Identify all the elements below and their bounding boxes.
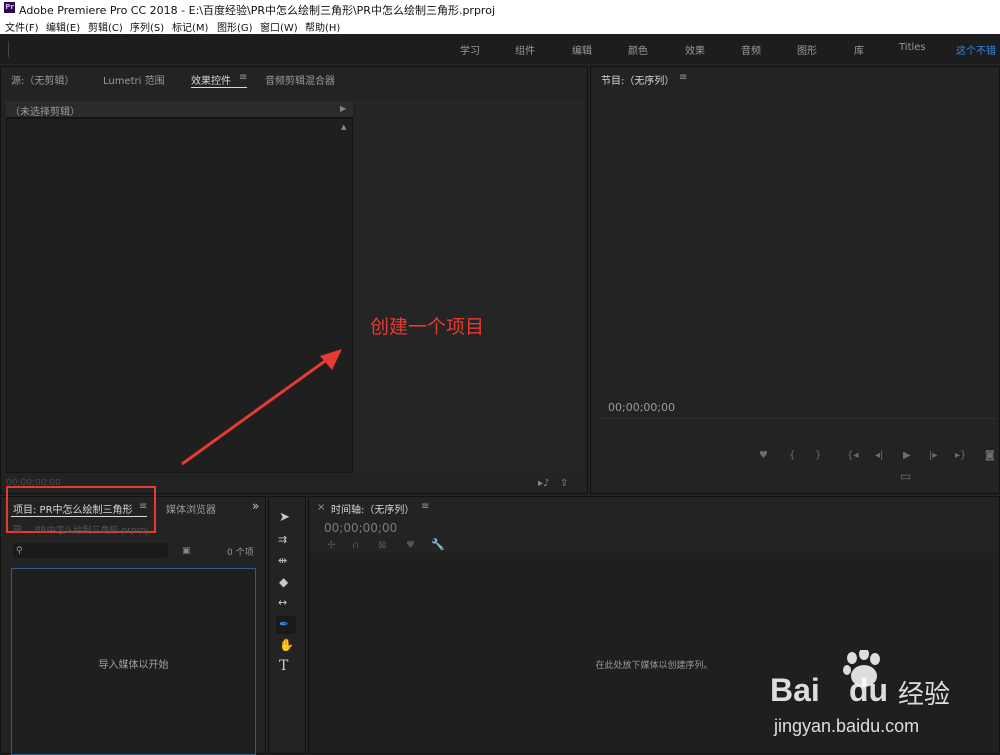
- active-tab-underline: [191, 87, 247, 88]
- grip-divider: [8, 41, 9, 57]
- menu-file[interactable]: 文件(F): [5, 19, 39, 34]
- hand-tool-icon[interactable]: ✋: [279, 639, 294, 651]
- workspace-color[interactable]: 颜色: [628, 42, 648, 57]
- camera-icon[interactable]: ◙: [985, 451, 995, 461]
- pen-tool-icon[interactable]: ✒: [279, 618, 289, 630]
- type-tool-icon[interactable]: T: [279, 659, 288, 673]
- mark-in-icon[interactable]: {: [789, 451, 795, 461]
- workspace-graphics[interactable]: 图形: [797, 42, 817, 57]
- workspace-bar: 学习 组件 编辑 颜色 效果 音频 图形 库 Titles 这个不错: [0, 34, 1000, 64]
- program-menu-icon[interactable]: ≡: [679, 72, 687, 83]
- annotation-arrow: [181, 349, 342, 466]
- baidu-watermark: Bai du 经验 jingyan.baidu.com: [770, 650, 1000, 754]
- panel-overflow-icon[interactable]: »: [252, 499, 259, 513]
- workspace-effects[interactable]: 效果: [685, 42, 705, 57]
- workspace-audio[interactable]: 音频: [741, 42, 761, 57]
- baidu-url-text: jingyan.baidu.com: [774, 716, 920, 736]
- workspace-titles[interactable]: Titles: [899, 42, 926, 53]
- menu-sequence[interactable]: 序列(S): [130, 19, 164, 34]
- track-select-tool-icon[interactable]: ⇉: [278, 534, 287, 545]
- program-timecode[interactable]: 00;00;00;00: [608, 401, 675, 414]
- project-file-icon: ▤: [13, 524, 22, 534]
- tools-panel: ➤ ⇉ ⇹ ◆ ↔ ✒ ✋ T: [268, 496, 306, 754]
- workspace-assembly[interactable]: 组件: [515, 42, 535, 57]
- item-count: 0 个项: [227, 548, 254, 558]
- expand-right-icon[interactable]: ▶: [340, 104, 346, 114]
- menu-graphics[interactable]: 图形(G): [217, 19, 253, 34]
- workspace-learn[interactable]: 学习: [460, 42, 480, 57]
- ripple-edit-tool-icon[interactable]: ⇹: [278, 555, 287, 566]
- panel-menu-icon[interactable]: ≡: [239, 72, 247, 83]
- selection-tool-icon[interactable]: ➤: [279, 511, 290, 524]
- slip-tool-icon[interactable]: ↔: [278, 597, 287, 608]
- menu-marker[interactable]: 标记(M): [172, 19, 208, 34]
- baidu-jingyan-text: 经验: [898, 680, 951, 710]
- menu-help[interactable]: 帮助(H): [305, 19, 340, 34]
- step-back-icon[interactable]: ◂|: [875, 451, 883, 461]
- premiere-logo-icon: Pr: [4, 2, 15, 13]
- program-panel: 节目:（无序列） ≡ 00;00;00;00 ♥ { } {◂ ◂| ▶ |▸ …: [590, 66, 1000, 494]
- project-panel: 项目: PR中怎么绘制三角形 ≡ 媒体浏览器 » ▤ PR中怎么绘制三角形.pr…: [0, 486, 266, 755]
- step-forward-icon[interactable]: |▸: [929, 451, 937, 461]
- timeline-close-icon[interactable]: ×: [317, 502, 325, 513]
- insert-nest-icon[interactable]: ⊠: [378, 541, 386, 551]
- program-scrubber[interactable]: [599, 418, 997, 419]
- timeline-menu-icon[interactable]: ≡: [421, 501, 429, 512]
- effect-controls-header: （未选择剪辑） ▶: [6, 101, 353, 118]
- timeline-title: 时间轴:（无序列）: [331, 505, 415, 516]
- mark-out-icon[interactable]: }: [815, 451, 821, 461]
- no-clip-label: （未选择剪辑）: [10, 107, 80, 118]
- workspace-libraries[interactable]: 库: [854, 42, 864, 57]
- timeline-marker-icon[interactable]: ♥: [406, 541, 415, 551]
- title-bar: Pr Adobe Premiere Pro CC 2018 - E:\百度经验\…: [0, 0, 1000, 18]
- project-search-input[interactable]: ⚲: [13, 543, 168, 558]
- program-title: 节目:（无序列）: [601, 76, 675, 87]
- go-to-in-icon[interactable]: {◂: [847, 451, 858, 461]
- workspace-editing[interactable]: 编辑: [572, 42, 592, 57]
- play-audio-icon[interactable]: ▸♪: [538, 479, 549, 489]
- menu-bar: 文件(F) 编辑(E) 剪辑(C) 序列(S) 标记(M) 图形(G) 窗口(W…: [0, 18, 1000, 35]
- project-file-name: PR中怎么绘制三角形.prproj: [35, 526, 149, 536]
- export-frame-icon[interactable]: ▭: [900, 470, 911, 482]
- go-to-out-icon[interactable]: ▸}: [955, 451, 966, 461]
- tab-media-browser[interactable]: 媒体浏览器: [166, 501, 216, 516]
- scroll-up-icon[interactable]: ▲: [341, 122, 346, 132]
- tab-effect-controls[interactable]: 效果控件: [191, 72, 231, 87]
- new-search-bin-icon[interactable]: ▣: [182, 546, 191, 556]
- search-icon: ⚲: [16, 546, 23, 556]
- export-icon[interactable]: ⇪: [560, 479, 568, 489]
- workspace-custom[interactable]: 这个不错: [956, 42, 996, 57]
- baidu-brand-text-2: du: [849, 672, 889, 708]
- snap-icon[interactable]: ✢: [327, 541, 335, 551]
- play-icon[interactable]: ▶: [903, 451, 911, 461]
- razor-tool-icon[interactable]: ◆: [279, 576, 288, 588]
- program-viewer[interactable]: [595, 95, 999, 390]
- menu-clip[interactable]: 剪辑(C): [88, 19, 123, 34]
- baidu-brand-text: Bai: [770, 672, 820, 708]
- effect-timeline-area: [356, 101, 584, 473]
- add-marker-icon[interactable]: ♥: [759, 451, 768, 461]
- tab-source[interactable]: 源:（无剪辑）: [11, 72, 74, 87]
- window-title: Adobe Premiere Pro CC 2018 - E:\百度经验\PR中…: [19, 4, 496, 17]
- timeline-timecode[interactable]: 00;00;00;00: [324, 521, 397, 535]
- linked-selection-icon[interactable]: ∩: [352, 541, 359, 551]
- menu-edit[interactable]: 编辑(E): [46, 19, 80, 34]
- tab-lumetri-scopes[interactable]: Lumetri 范围: [103, 72, 165, 87]
- tab-audio-clip-mixer[interactable]: 音频剪辑混合器: [265, 72, 335, 87]
- import-media-text: 导入媒体以开始: [98, 660, 169, 671]
- project-drop-area[interactable]: 导入媒体以开始: [11, 568, 256, 755]
- wrench-icon[interactable]: 🔧: [431, 539, 445, 550]
- menu-window[interactable]: 窗口(W): [260, 19, 298, 34]
- annotation-text: 创建一个项目: [370, 316, 485, 338]
